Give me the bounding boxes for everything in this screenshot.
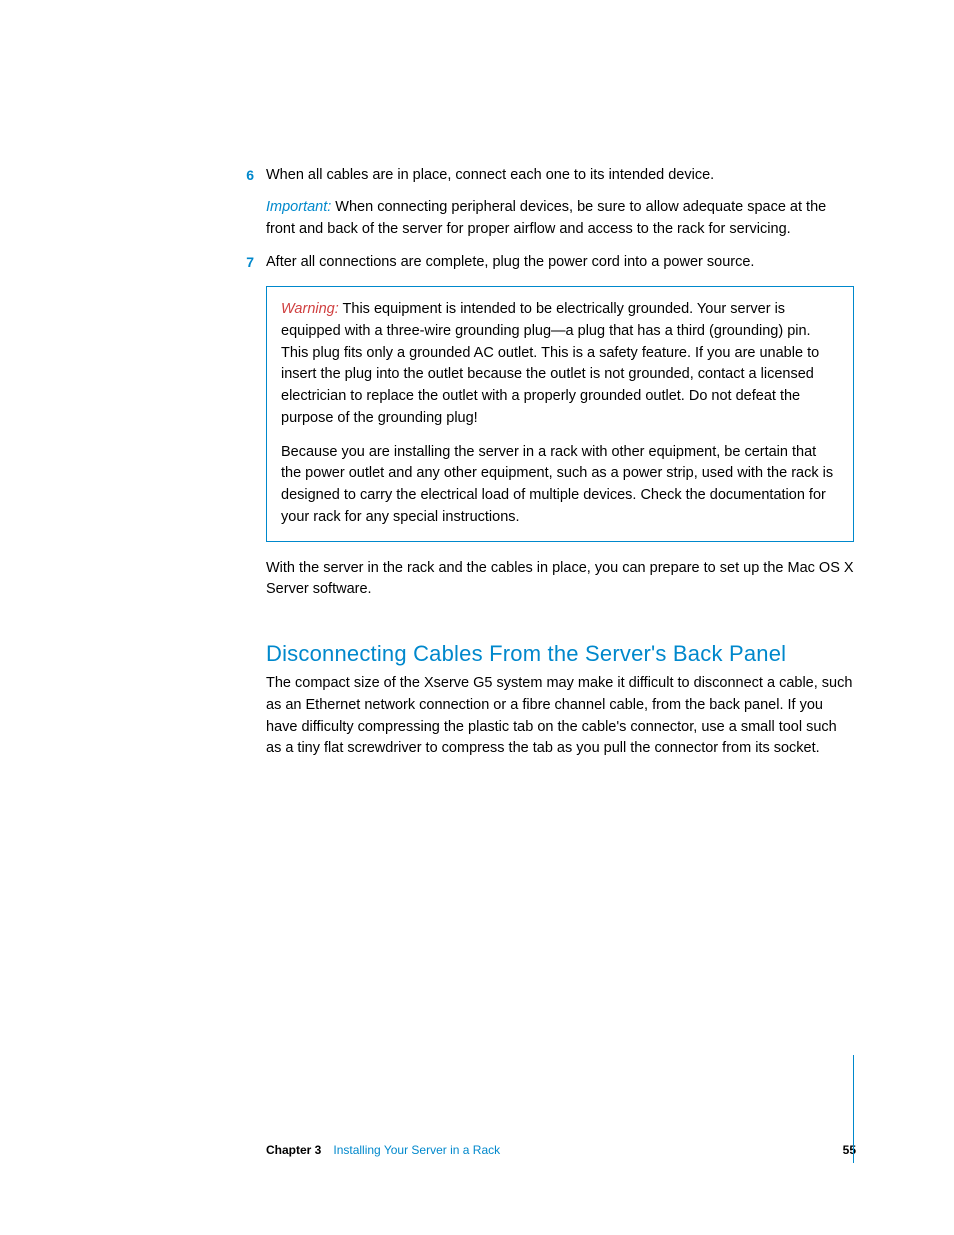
warning-paragraph-2: Because you are installing the server in… bbox=[281, 442, 839, 529]
footer-rule bbox=[853, 1055, 854, 1163]
step-number: 7 bbox=[242, 252, 266, 274]
step-number: 6 bbox=[242, 165, 266, 187]
chapter-label: Chapter 3 bbox=[266, 1143, 321, 1157]
step-6: 6 When all cables are in place, connect … bbox=[100, 165, 854, 187]
warning-paragraph-1: Warning: This equipment is intended to b… bbox=[281, 299, 839, 430]
page-footer: Chapter 3 Installing Your Server in a Ra… bbox=[266, 1143, 856, 1157]
important-note: Important: When connecting peripheral de… bbox=[266, 197, 854, 241]
warning-label: Warning: bbox=[281, 301, 339, 317]
section-heading: Disconnecting Cables From the Server's B… bbox=[266, 641, 854, 667]
step-text: When all cables are in place, connect ea… bbox=[266, 165, 854, 187]
important-text: When connecting peripheral devices, be s… bbox=[266, 199, 826, 237]
warning-text-1: This equipment is intended to be electri… bbox=[281, 301, 819, 426]
warning-box: Warning: This equipment is intended to b… bbox=[266, 286, 854, 542]
step-text: After all connections are complete, plug… bbox=[266, 252, 854, 274]
step-7: 7 After all connections are complete, pl… bbox=[100, 252, 854, 274]
document-page: 6 When all cables are in place, connect … bbox=[0, 0, 954, 1235]
chapter-title: Installing Your Server in a Rack bbox=[333, 1143, 500, 1157]
footer-left: Chapter 3 Installing Your Server in a Ra… bbox=[266, 1143, 500, 1157]
section-paragraph: The compact size of the Xserve G5 system… bbox=[266, 673, 854, 760]
important-label: Important: bbox=[266, 199, 331, 215]
closing-paragraph: With the server in the rack and the cabl… bbox=[266, 558, 854, 602]
